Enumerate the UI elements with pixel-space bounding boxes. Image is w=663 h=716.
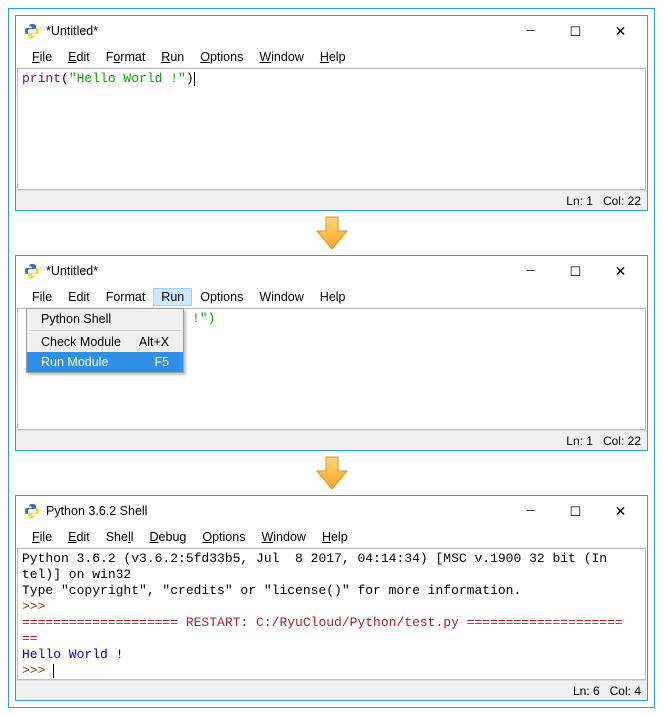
menu-help[interactable]: Help: [312, 48, 354, 66]
status-col: Col: 4: [610, 684, 641, 698]
minimize-button[interactable]: ─: [508, 17, 553, 45]
menu-options[interactable]: Options: [194, 528, 253, 546]
window-controls: ─ ☐ ✕: [508, 257, 643, 285]
menu-item-python-shell[interactable]: Python Shell: [27, 309, 183, 329]
shell-banner: Type "copyright", "credits" or "license(…: [22, 583, 641, 599]
menu-edit[interactable]: Edit: [60, 528, 98, 546]
statusbar: Ln: 1 Col: 22: [16, 190, 647, 210]
status-col: Col: 22: [603, 434, 641, 448]
close-button[interactable]: ✕: [598, 497, 643, 525]
menu-window[interactable]: Window: [251, 288, 311, 306]
menu-edit[interactable]: Edit: [60, 288, 98, 306]
menu-window[interactable]: Window: [253, 528, 313, 546]
menubar: File Edit Format Run Options Window Help: [16, 286, 647, 308]
menubar: File Edit Shell Debug Options Window Hel…: [16, 526, 647, 548]
shell-restart: ==: [22, 631, 641, 647]
text-cursor: [53, 664, 54, 678]
python-icon: [24, 503, 40, 519]
menu-options[interactable]: Options: [192, 48, 251, 66]
window-title: *Untitled*: [46, 24, 508, 38]
status-ln: Ln: 6: [573, 684, 600, 698]
menu-options[interactable]: Options: [192, 288, 251, 306]
window-title: Python 3.6.2 Shell: [46, 504, 508, 518]
menu-edit[interactable]: Edit: [60, 48, 98, 66]
editor-window-1: *Untitled* ─ ☐ ✕ File Edit Format Run Op…: [15, 15, 648, 211]
status-ln: Ln: 1: [566, 194, 593, 208]
menu-separator: [29, 330, 181, 331]
titlebar[interactable]: *Untitled* ─ ☐ ✕: [16, 16, 647, 46]
window-title: *Untitled*: [46, 264, 508, 278]
shell-restart: ==================== RESTART: C:/RyuClou…: [22, 615, 641, 631]
menu-file[interactable]: File: [24, 528, 60, 546]
menu-item-check-module[interactable]: Check ModuleAlt+X: [27, 332, 183, 352]
titlebar[interactable]: Python 3.6.2 Shell ─ ☐ ✕: [16, 496, 647, 526]
shell-window: Python 3.6.2 Shell ─ ☐ ✕ File Edit Shell…: [15, 495, 648, 701]
shell-banner: tel)] on win32: [22, 567, 641, 583]
arrow-down-icon: [312, 453, 352, 493]
statusbar: Ln: 1 Col: 22: [16, 430, 647, 450]
shell-output: Hello World !: [22, 647, 641, 663]
menubar: File Edit Format Run Options Window Help: [16, 46, 647, 68]
menu-file[interactable]: File: [24, 288, 60, 306]
window-controls: ─ ☐ ✕: [508, 17, 643, 45]
status-ln: Ln: 1: [566, 434, 593, 448]
editor-window-2: *Untitled* ─ ☐ ✕ File Edit Format Run Op…: [15, 255, 648, 451]
status-col: Col: 22: [603, 194, 641, 208]
text-cursor: [194, 72, 195, 86]
titlebar[interactable]: *Untitled* ─ ☐ ✕: [16, 256, 647, 286]
menu-run[interactable]: Run: [153, 48, 192, 66]
maximize-button[interactable]: ☐: [553, 257, 598, 285]
minimize-button[interactable]: ─: [508, 497, 553, 525]
shell-area[interactable]: Python 3.6.2 (v3.6.2:5fd33b5, Jul 8 2017…: [17, 548, 646, 680]
shell-prompt: >>>: [22, 599, 641, 615]
run-menu-dropdown: Python Shell Check ModuleAlt+X Run Modul…: [26, 308, 184, 373]
menu-help[interactable]: Help: [314, 528, 356, 546]
window-controls: ─ ☐ ✕: [508, 497, 643, 525]
close-button[interactable]: ✕: [598, 17, 643, 45]
maximize-button[interactable]: ☐: [553, 497, 598, 525]
minimize-button[interactable]: ─: [508, 257, 553, 285]
arrow-down-icon: [312, 213, 352, 253]
shell-banner: Python 3.6.2 (v3.6.2:5fd33b5, Jul 8 2017…: [22, 551, 641, 567]
menu-help[interactable]: Help: [312, 288, 354, 306]
menu-file[interactable]: File: [24, 48, 60, 66]
menu-item-run-module[interactable]: Run ModuleF5: [27, 352, 183, 372]
menu-run[interactable]: Run: [153, 288, 192, 306]
code-line: print("Hello World !"): [22, 71, 641, 87]
menu-format[interactable]: Format: [98, 48, 154, 66]
close-button[interactable]: ✕: [598, 257, 643, 285]
menu-window[interactable]: Window: [251, 48, 311, 66]
menu-format[interactable]: Format: [98, 288, 154, 306]
python-icon: [24, 263, 40, 279]
statusbar: Ln: 6 Col: 4: [16, 680, 647, 700]
menu-shell[interactable]: Shell: [98, 528, 142, 546]
editor-area[interactable]: print("Hello World !"): [17, 68, 646, 190]
shell-prompt: >>>: [22, 663, 641, 679]
maximize-button[interactable]: ☐: [553, 17, 598, 45]
python-icon: [24, 23, 40, 39]
menu-debug[interactable]: Debug: [142, 528, 195, 546]
